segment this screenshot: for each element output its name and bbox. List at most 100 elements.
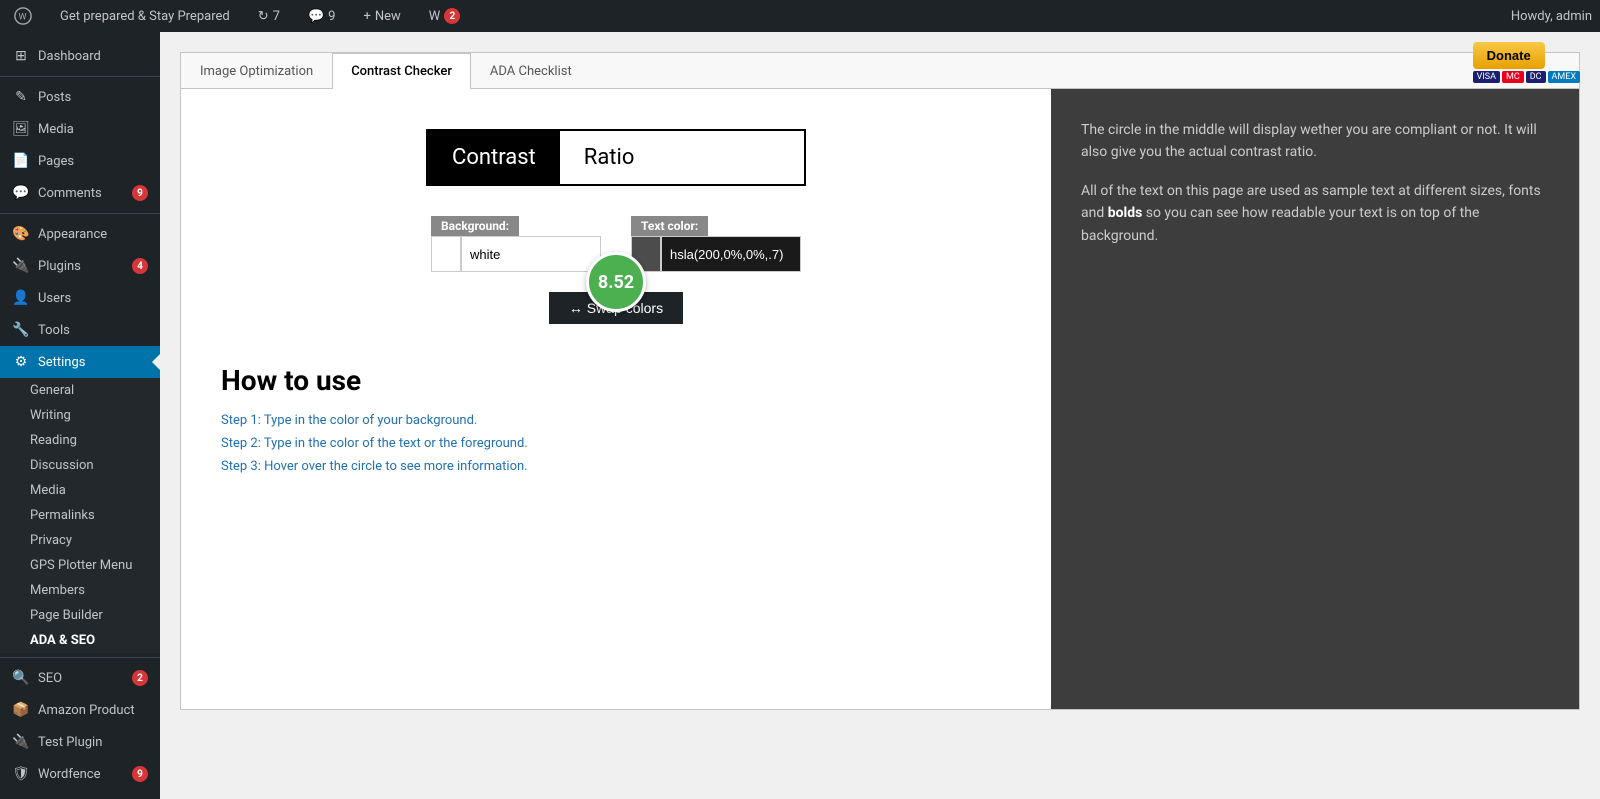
background-swatch[interactable] <box>431 236 461 272</box>
background-input-wrap <box>431 236 601 272</box>
text-color-label: Text color: <box>631 216 708 236</box>
sidebar-label-seo: SEO <box>38 671 62 686</box>
updates-icon: ↻ <box>258 9 269 24</box>
sidebar-label-test-plugin: Test Plugin <box>38 735 102 750</box>
sidebar-label-plugins: Plugins <box>38 259 81 274</box>
step-3: Step 3: Hover over the circle to see mor… <box>221 459 528 474</box>
color-inputs-row: Background: 8.52 Text color: <box>376 216 856 272</box>
pages-icon: 📄 <box>12 153 30 169</box>
sidebar-item-posts[interactable]: ✎ Posts <box>0 81 160 113</box>
wordfence-icon: 🛡 <box>12 766 30 782</box>
woo-icon: W <box>429 9 441 24</box>
submenu-reading[interactable]: Reading <box>0 428 160 453</box>
donate-area: Donate VISA MC DC AMEX <box>1473 42 1580 83</box>
tab-bar: Image Optimization Contrast Checker ADA … <box>181 53 1579 89</box>
settings-icon: ⚙ <box>12 354 30 370</box>
woo-item[interactable]: W 2 <box>423 0 467 32</box>
tab-contrast-checker[interactable]: Contrast Checker <box>332 53 471 89</box>
sidebar-item-plugins[interactable]: 🔌 Plugins 4 <box>0 250 160 282</box>
how-to-use-section: How to use Step 1: Type in the color of … <box>201 324 548 502</box>
sidebar-item-test-plugin[interactable]: 🔌 Test Plugin <box>0 726 160 758</box>
right-panel-text2: All of the text on this page are used as… <box>1081 180 1549 247</box>
submenu-privacy[interactable]: Privacy <box>0 528 160 553</box>
site-name-item[interactable]: Get prepared & Stay Prepared <box>54 0 236 32</box>
sidebar-item-appearance[interactable]: 🎨 Appearance <box>0 218 160 250</box>
how-to-use-heading: How to use <box>221 364 528 397</box>
contrast-area: Contrast Ratio Background: <box>181 89 1579 709</box>
sidebar-label-wordfence: Wordfence <box>38 767 101 782</box>
sidebar-item-amazon[interactable]: 📦 Amazon Product <box>0 694 160 726</box>
background-input[interactable] <box>461 236 601 272</box>
submenu-page-builder[interactable]: Page Builder <box>0 603 160 628</box>
posts-icon: ✎ <box>12 89 30 105</box>
comments-icon: 💬 <box>308 9 324 24</box>
sidebar-item-pages[interactable]: 📄 Pages <box>0 145 160 177</box>
tab-ada-checklist[interactable]: ADA Checklist <box>471 53 591 89</box>
comments-menu-badge: 9 <box>132 185 148 201</box>
sidebar-item-comments[interactable]: 💬 Comments 9 <box>0 177 160 209</box>
appearance-icon: 🎨 <box>12 226 30 242</box>
ratio-value: 8.52 <box>598 272 634 293</box>
text-color-group: Text color: <box>631 216 801 272</box>
new-item[interactable]: + New <box>357 0 406 32</box>
submenu-general[interactable]: General <box>0 378 160 403</box>
sidebar-label-dashboard: Dashboard <box>38 49 101 64</box>
donate-button[interactable]: Donate <box>1473 42 1545 69</box>
submenu-ada-seo[interactable]: ADA & SEO <box>0 628 160 653</box>
updates-count: 7 <box>273 9 280 24</box>
submenu-writing[interactable]: Writing <box>0 403 160 428</box>
plugins-icon: 🔌 <box>12 258 30 274</box>
tab-image-optimization[interactable]: Image Optimization <box>181 53 332 89</box>
background-label: Background: <box>431 216 519 236</box>
test-plugin-icon: 🔌 <box>12 734 30 750</box>
submenu-permalinks[interactable]: Permalinks <box>0 503 160 528</box>
sidebar-label-settings: Settings <box>38 355 85 370</box>
users-icon: 👤 <box>12 290 30 306</box>
contrast-ratio-box: Contrast Ratio <box>426 129 806 186</box>
media-icon: 🖼 <box>12 121 30 137</box>
site-name: Get prepared & Stay Prepared <box>60 9 230 24</box>
sidebar-item-media[interactable]: 🖼 Media <box>0 113 160 145</box>
plugins-badge: 4 <box>132 258 148 274</box>
sidebar-label-tools: Tools <box>38 323 70 338</box>
sidebar-item-dashboard[interactable]: ⊞ Dashboard <box>0 40 160 72</box>
submenu-gps-plotter[interactable]: GPS Plotter Menu <box>0 553 160 578</box>
background-group: Background: <box>431 216 601 272</box>
updates-item[interactable]: ↻ 7 <box>252 0 286 32</box>
visa-badge: VISA <box>1473 71 1500 83</box>
mastercard-badge: MC <box>1502 71 1524 83</box>
svg-text:W: W <box>19 13 27 23</box>
wordfence-badge: 9 <box>132 766 148 782</box>
sidebar-label-pages: Pages <box>38 154 74 169</box>
sidebar-item-settings[interactable]: ⚙ Settings <box>0 346 160 378</box>
plugin-wrap: Image Optimization Contrast Checker ADA … <box>180 52 1580 710</box>
seo-badge: 2 <box>132 670 148 686</box>
sidebar-label-media: Media <box>38 122 74 137</box>
howdy-text: Howdy, admin <box>1511 9 1592 24</box>
wp-logo-item[interactable]: W <box>8 0 38 32</box>
comments-count: 9 <box>328 9 335 24</box>
amex-badge: AMEX <box>1548 71 1581 83</box>
sidebar-item-users[interactable]: 👤 Users <box>0 282 160 314</box>
text-color-input[interactable] <box>661 236 801 272</box>
submenu-members[interactable]: Members <box>0 578 160 603</box>
sidebar-item-wordfence[interactable]: 🛡 Wordfence 9 <box>0 758 160 790</box>
submenu-discussion[interactable]: Discussion <box>0 453 160 478</box>
plus-icon: + <box>363 9 370 24</box>
right-panel: The circle in the middle will display we… <box>1051 89 1579 709</box>
step-1: Step 1: Type in the color of your backgr… <box>221 413 528 428</box>
sidebar-label-appearance: Appearance <box>38 227 107 242</box>
discover-badge: DC <box>1526 71 1546 83</box>
woo-badge: 2 <box>444 8 460 24</box>
ratio-circle: 8.52 <box>586 252 646 312</box>
main-content: Donate VISA MC DC AMEX Image Optimizatio… <box>160 32 1600 799</box>
step-2: Step 2: Type in the color of the text or… <box>221 436 528 451</box>
amazon-icon: 📦 <box>12 702 30 718</box>
sidebar-item-tools[interactable]: 🔧 Tools <box>0 314 160 346</box>
sidebar-label-comments: Comments <box>38 186 102 201</box>
sidebar-item-seo[interactable]: 🔍 SEO 2 <box>0 662 160 694</box>
submenu-media[interactable]: Media <box>0 478 160 503</box>
sidebar: ⊞ Dashboard ✎ Posts 🖼 Media 📄 Pages 💬 Co… <box>0 32 160 799</box>
comments-item[interactable]: 💬 9 <box>302 0 342 32</box>
comments-menu-icon: 💬 <box>12 185 30 201</box>
